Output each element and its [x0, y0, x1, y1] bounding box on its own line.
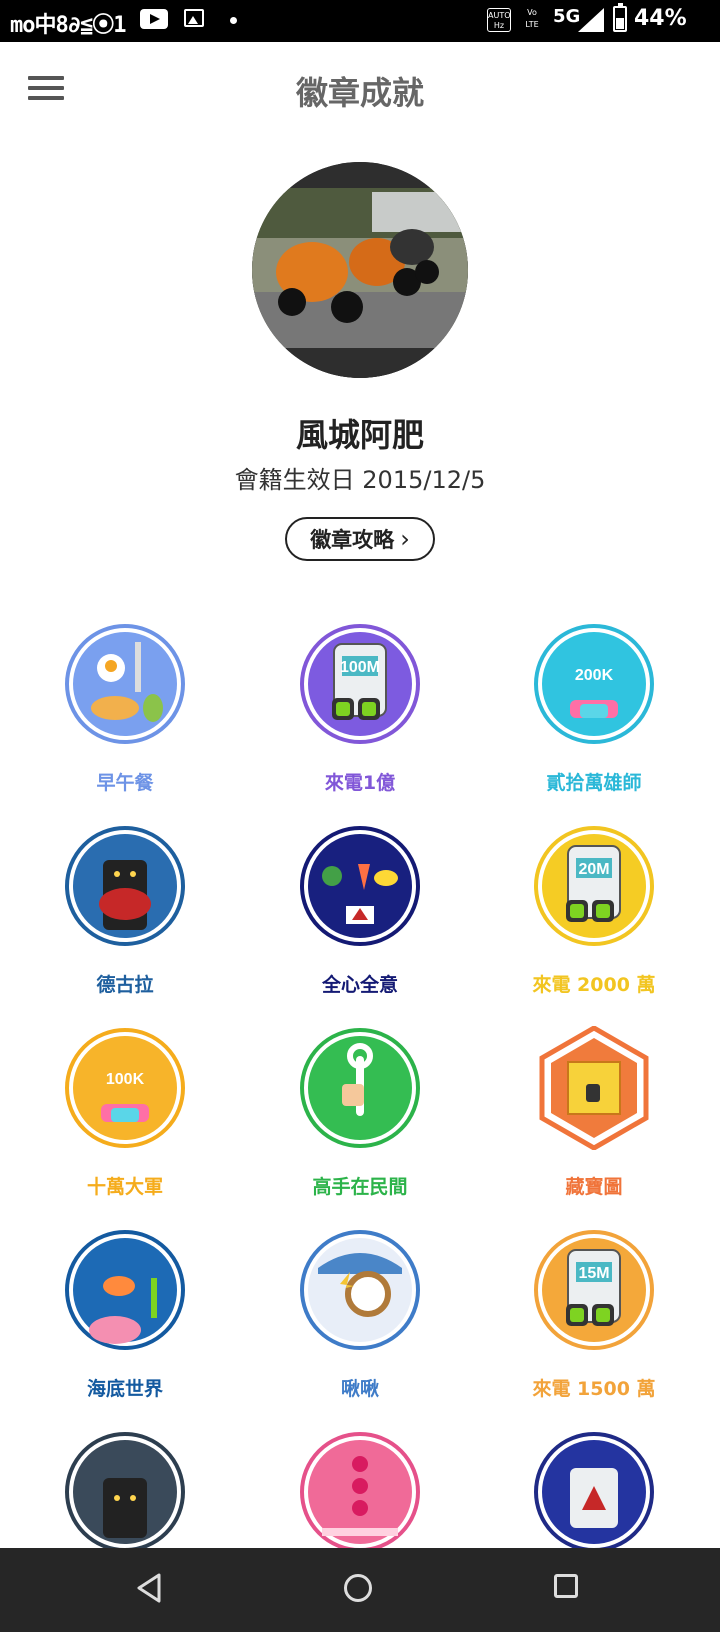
badge-label: 高手在民間 [312, 1176, 408, 1198]
badge-icon [534, 1432, 654, 1548]
badge-icon [65, 624, 185, 744]
badge-item[interactable]: 藏寶圖 [477, 1024, 711, 1220]
badge-icon [65, 1432, 185, 1548]
signal-icon [578, 8, 604, 32]
badge-label: 德古拉 [96, 974, 154, 996]
youtube-icon [140, 9, 168, 29]
battery-icon [613, 3, 627, 32]
badge-icon: 100K [65, 1028, 185, 1148]
badge-icon [300, 826, 420, 946]
system-nav-bar [0, 1548, 720, 1632]
badge-item[interactable]: 15M 來電 1500 萬 [477, 1226, 711, 1422]
notification-dot-icon [230, 17, 237, 24]
badge-item[interactable]: 全心全意 [243, 822, 477, 1018]
badge-icon: 15M [534, 1230, 654, 1350]
auto-hz-icon: AUTO Hz [487, 8, 511, 32]
badge-item[interactable]: 德古拉 [8, 822, 242, 1018]
badge-label: 來電 1500 萬 [532, 1378, 656, 1400]
badge-label: 貳拾萬雄師 [546, 772, 642, 794]
badge-label: 來電 2000 萬 [532, 974, 656, 996]
volte-icon: Vo LTE [525, 8, 539, 29]
badge-item[interactable]: 早午餐 [8, 620, 242, 816]
badge-icon [65, 826, 185, 946]
badge-item[interactable]: 高手在民間 [243, 1024, 477, 1220]
recents-icon[interactable] [554, 1574, 578, 1598]
badge-icon: 20M [534, 826, 654, 946]
badge-item[interactable]: 啾啾 [243, 1226, 477, 1422]
badge-label: 啾啾 [340, 1378, 379, 1400]
badge-icon: 200K [534, 624, 654, 744]
badge-label: 十萬大軍 [86, 1176, 163, 1198]
badge-item[interactable]: 100M 來電1億 [243, 620, 477, 816]
badge-icon [65, 1230, 185, 1350]
svg-text:20M: 20M [578, 861, 609, 878]
badge-icon [300, 1432, 420, 1548]
page-title: 徽章成就 [295, 74, 424, 112]
gallery-icon [184, 9, 204, 27]
svg-text:200K: 200K [575, 667, 614, 684]
badge-label: 全心全意 [321, 974, 398, 996]
home-icon[interactable] [344, 1574, 372, 1602]
badge-grid: 早午餐 100M 來電1億 200K 貳拾萬雄師德古拉 全心全意 20M 來電 2000 萬 1… [0, 620, 720, 1548]
badge-item[interactable]: 200K 貳拾萬雄師 [477, 620, 711, 816]
profile-name: 風城阿肥 [295, 416, 424, 454]
badge-item[interactable] [477, 1428, 711, 1548]
badge-item[interactable]: 海底世界 [8, 1226, 242, 1422]
network-type: 5G [553, 6, 581, 27]
badge-guide-button[interactable]: 徽章攻略 › [285, 517, 435, 561]
badge-label: 藏寶圖 [565, 1176, 623, 1198]
member-since-date: 會籍生效日 2015/12/5 [234, 466, 486, 494]
badge-label: 來電1億 [324, 772, 396, 794]
badge-icon [300, 1028, 420, 1148]
badge-item[interactable]: 20M 來電 2000 萬 [477, 822, 711, 1018]
svg-text:15M: 15M [578, 1265, 609, 1282]
badge-item[interactable]: 100K 十萬大軍 [8, 1024, 242, 1220]
chevron-right-icon: › [400, 525, 410, 553]
svg-text:100M: 100M [340, 659, 380, 676]
svg-text:100K: 100K [106, 1071, 145, 1088]
carrier-label: mo中8∂≦⦿1 [10, 13, 126, 38]
avatar[interactable] [252, 162, 468, 378]
badge-icon: 100M [300, 624, 420, 744]
badge-icon [539, 1026, 649, 1150]
back-icon[interactable] [135, 1572, 163, 1604]
badge-item[interactable] [8, 1428, 242, 1548]
status-bar: mo中8∂≦⦿1 AUTO Hz Vo LTE 5G 44% [0, 0, 720, 42]
badge-label: 海底世界 [86, 1378, 163, 1400]
battery-percent: 44% [634, 6, 687, 31]
badge-icon [300, 1230, 420, 1350]
badge-label: 早午餐 [96, 772, 154, 794]
badge-item[interactable] [243, 1428, 477, 1548]
badge-guide-label: 徽章攻略 [310, 528, 395, 552]
